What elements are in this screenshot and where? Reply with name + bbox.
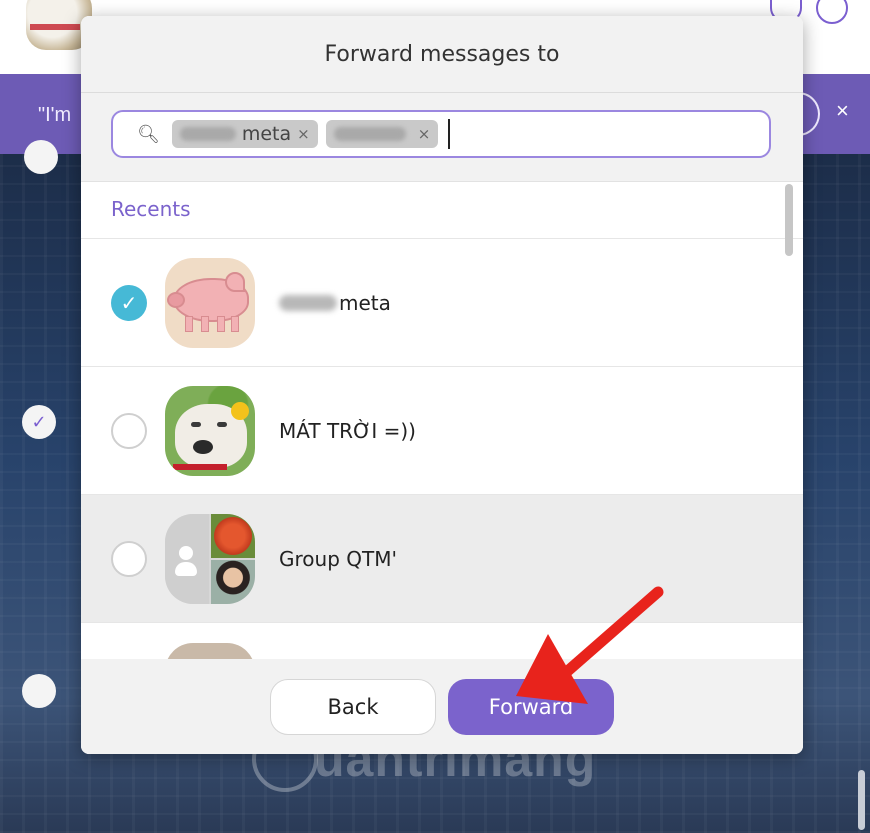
recipient-search-input[interactable]: 🔍︎ meta × × xyxy=(111,110,771,158)
dialog-header: Forward messages to xyxy=(81,16,803,93)
contact-avatar xyxy=(165,257,255,348)
contact-name: MÁT TRỜI =)) xyxy=(279,418,416,443)
obscured-name xyxy=(279,294,337,311)
contact-checkbox-checked[interactable]: ✓ xyxy=(111,284,147,321)
recipient-chip: meta × xyxy=(171,120,318,148)
forward-button[interactable]: Forward xyxy=(448,679,614,735)
forward-dialog: Forward messages to 🔍︎ meta × × Recents … xyxy=(81,16,803,754)
banner-text: "I'm xyxy=(38,104,72,126)
contact-list[interactable]: Recents ✓ meta MÁT TRỜI =)) Group QTM' xyxy=(81,181,803,659)
group-avatar xyxy=(165,513,255,604)
message-select-radio[interactable] xyxy=(24,140,58,174)
search-area: 🔍︎ meta × × xyxy=(81,93,803,182)
list-scrollbar[interactable] xyxy=(785,184,793,256)
search-icon: 🔍︎ xyxy=(137,123,160,145)
obscured-name xyxy=(179,127,236,141)
chip-remove-icon[interactable]: × xyxy=(418,125,431,143)
contact-avatar xyxy=(165,643,255,659)
dialog-footer: Back Forward xyxy=(81,659,803,754)
obscured-name xyxy=(333,127,406,141)
contact-name-text: meta xyxy=(339,290,391,315)
message-select-radio-checked[interactable]: ✓ xyxy=(22,405,56,439)
message-select-radio[interactable] xyxy=(22,674,56,708)
contact-row[interactable]: ✓ meta xyxy=(81,239,803,367)
recents-heading: Recents xyxy=(81,181,803,239)
contact-row[interactable] xyxy=(81,623,803,659)
chat-scrollbar[interactable] xyxy=(858,770,865,830)
chip-label: meta xyxy=(241,123,292,145)
chip-remove-icon[interactable]: × xyxy=(297,125,310,143)
contact-checkbox[interactable] xyxy=(111,412,147,449)
back-button[interactable]: Back xyxy=(270,679,436,735)
recipient-chip: × xyxy=(325,120,439,148)
contact-checkbox[interactable] xyxy=(111,540,147,577)
contact-name: Group QTM' xyxy=(279,546,397,571)
text-caret xyxy=(448,119,451,149)
contact-row[interactable]: Group QTM' xyxy=(81,495,803,623)
dialog-title: Forward messages to xyxy=(324,41,560,67)
contact-row[interactable]: MÁT TRỜI =)) xyxy=(81,367,803,495)
contact-avatar xyxy=(165,385,255,476)
info-icon[interactable] xyxy=(816,0,848,24)
contact-name: meta xyxy=(279,291,391,315)
banner-close-icon[interactable]: × xyxy=(836,98,849,124)
